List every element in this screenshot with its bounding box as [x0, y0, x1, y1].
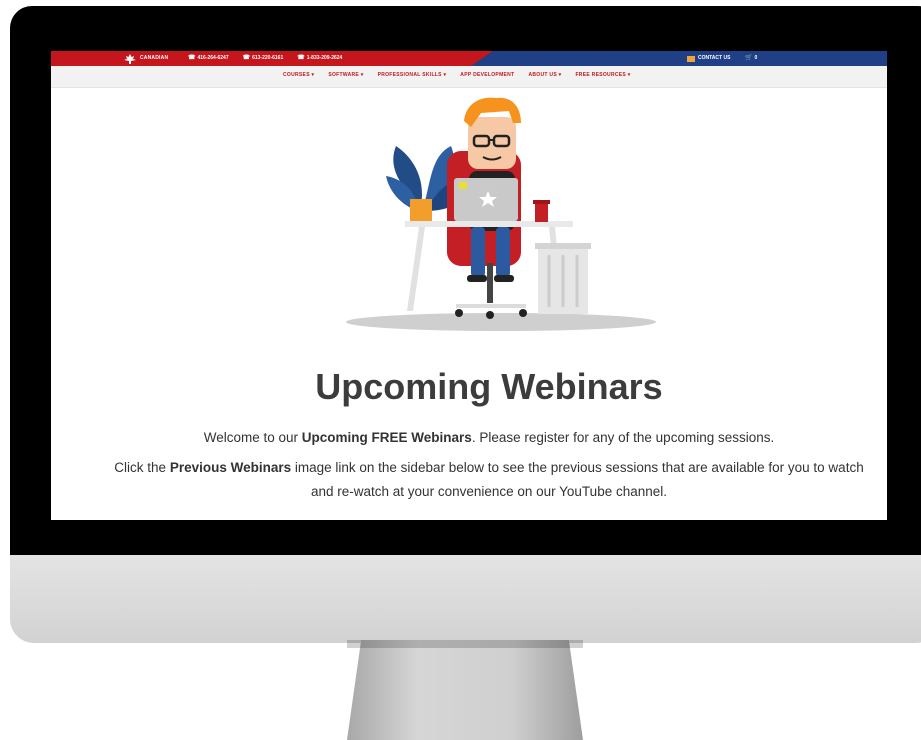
website-screen: CANADIAN ☎ 416-264-6247 ☎ 613-220-6161 ☎… — [51, 51, 887, 520]
upcoming-webinars-bold: Upcoming FREE Webinars — [301, 430, 472, 445]
page-title: Upcoming Webinars — [315, 366, 663, 407]
monitor-stand — [347, 640, 583, 740]
monitor-stand-shadow — [347, 640, 583, 648]
monitor-chin — [10, 555, 921, 643]
previous-webinars-bold: Previous Webinars — [169, 460, 292, 475]
webinar-illustration — [346, 97, 656, 331]
intro-paragraph: Welcome to our Upcoming FREE Webinars. P… — [203, 430, 775, 445]
previous-webinars-paragraph: Click the Previous Webinars image link o… — [114, 460, 864, 499]
